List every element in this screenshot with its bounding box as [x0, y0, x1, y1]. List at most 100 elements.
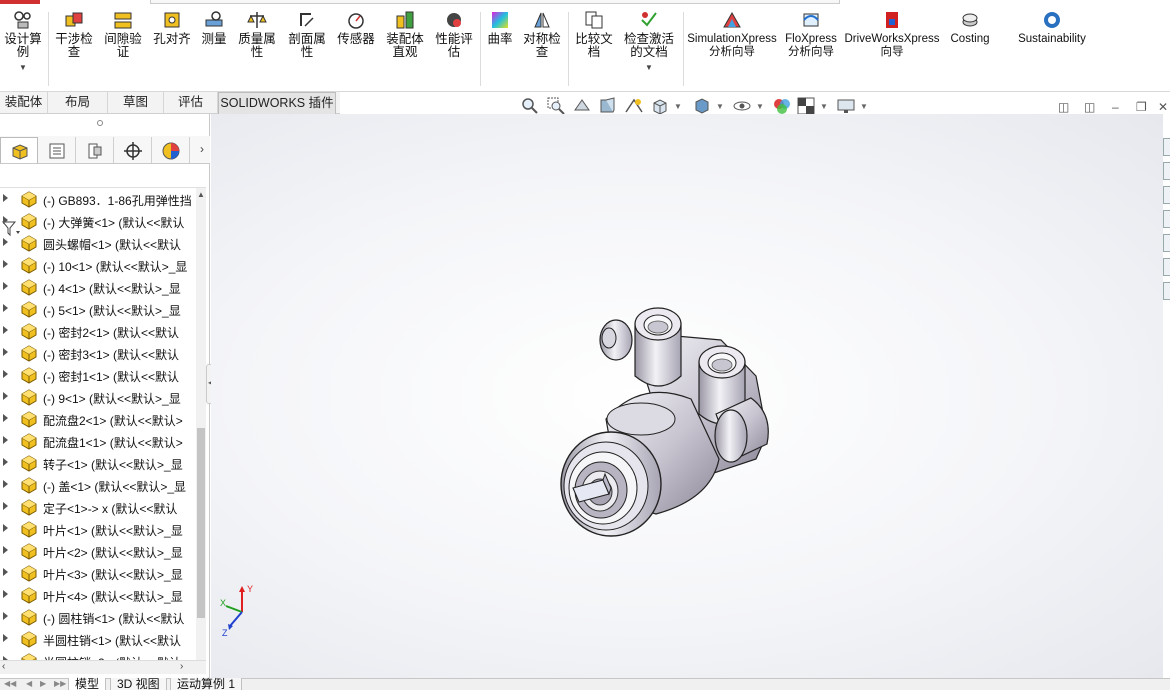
performance-button[interactable]: 性能评估 [432, 10, 476, 59]
tree-horizontal-scrollbar[interactable]: ‹ › [0, 660, 206, 674]
measure-button[interactable]: 测量 [198, 10, 230, 46]
tree-item[interactable]: 配流盘2<1> (默认<<默认> [0, 408, 196, 430]
expand-arrow-icon[interactable] [3, 326, 8, 334]
task-pane-file-explorer-icon[interactable] [1163, 210, 1170, 228]
expand-arrow-icon[interactable] [3, 282, 8, 290]
tree-item[interactable]: (-) 密封1<1> (默认<<默认 [0, 364, 196, 386]
expand-arrow-icon[interactable] [3, 414, 8, 422]
tree-item[interactable]: 半圆柱销<2> (默认<<默认 [0, 650, 196, 660]
hide-show-icon[interactable] [732, 96, 752, 116]
scroll-left-icon[interactable]: ‹ [2, 661, 5, 672]
driveworks-button[interactable]: DriveWorksXpress 向导 [844, 10, 940, 59]
expand-arrow-icon[interactable] [3, 216, 8, 224]
tree-vertical-scrollbar[interactable]: ▲ ▼ [196, 188, 206, 674]
edit-appearance-icon[interactable] [772, 96, 792, 116]
design-study-button[interactable]: 设计算例 ▼ [2, 10, 44, 74]
apply-scene-icon[interactable] [796, 96, 816, 116]
tab-feature-manager[interactable] [0, 137, 38, 163]
compare-button[interactable]: 比较文档 [572, 10, 616, 59]
expand-arrow-icon[interactable] [3, 238, 8, 246]
task-pane-appearances-icon[interactable] [1163, 258, 1170, 276]
panel-grip[interactable] [97, 120, 103, 126]
expand-arrow-icon[interactable] [3, 348, 8, 356]
tree-item[interactable]: (-) 圆柱销<1> (默认<<默认 [0, 606, 196, 628]
tree-item[interactable]: (-) 9<1> (默认<<默认>_显 [0, 386, 196, 408]
tree-item[interactable]: 叶片<3> (默认<<默认>_显 [0, 562, 196, 584]
expand-arrow-icon[interactable] [3, 634, 8, 642]
tree-item[interactable]: (-) GB893．1-86孔用弹性挡 [0, 188, 196, 210]
symmetry-button[interactable]: 对称检查 [520, 10, 564, 59]
chevron-down-icon[interactable]: ▼ [756, 102, 764, 111]
task-pane-resources-icon[interactable] [1163, 162, 1170, 180]
mass-props-button[interactable]: 质量属性 [234, 10, 280, 59]
scrollbar-thumb[interactable] [197, 428, 205, 618]
sensor-button[interactable]: 传感器 [334, 10, 378, 46]
tab-configuration-manager[interactable] [76, 137, 114, 163]
expand-arrow-icon[interactable] [3, 436, 8, 444]
view-orientation-icon[interactable] [650, 96, 670, 116]
previous-view-icon[interactable] [572, 96, 592, 116]
more-tabs-icon[interactable]: › [200, 142, 204, 156]
simulationxpress-button[interactable]: SimulationXpress 分析向导 [686, 10, 778, 59]
tab-property-manager[interactable] [38, 137, 76, 163]
expand-arrow-icon[interactable] [3, 458, 8, 466]
tree-item[interactable]: 叶片<2> (默认<<默认>_显 [0, 540, 196, 562]
first-tab-icon[interactable]: ◀◀ [4, 679, 16, 688]
view-settings-icon[interactable] [836, 96, 856, 116]
expand-arrow-icon[interactable] [3, 260, 8, 268]
tree-item[interactable]: (-) 5<1> (默认<<默认>_显 [0, 298, 196, 320]
tab-assembly[interactable]: 装配体 [0, 92, 48, 114]
task-pane-home-icon[interactable] [1163, 138, 1170, 156]
sustainability-button[interactable]: Sustainability [1012, 10, 1092, 46]
tree-item[interactable]: (-) 大弹簧<1> (默认<<默认 [0, 210, 196, 232]
expand-arrow-icon[interactable] [3, 524, 8, 532]
tab-solidworks-addins[interactable]: SOLIDWORKS 插件 [218, 92, 336, 114]
clearance-button[interactable]: 间隙验证 [100, 10, 146, 59]
task-pane-design-library-icon[interactable] [1163, 186, 1170, 204]
close-icon[interactable]: ✕ [1158, 100, 1168, 114]
tree-item[interactable]: 圆头螺帽<1> (默认<<默认 [0, 232, 196, 254]
tree-item[interactable]: (-) 10<1> (默认<<默认>_显 [0, 254, 196, 276]
tab-layout[interactable]: 布局 [48, 92, 108, 114]
tab-dimxpert-manager[interactable] [114, 137, 152, 163]
chevron-down-icon[interactable]: ▼ [820, 102, 828, 111]
expand-arrow-icon[interactable] [3, 194, 8, 202]
tree-item[interactable]: (-) 密封3<1> (默认<<默认 [0, 342, 196, 364]
tree-item[interactable]: 半圆柱销<1> (默认<<默认 [0, 628, 196, 650]
expand-arrow-icon[interactable] [3, 502, 8, 510]
zoom-to-fit-icon[interactable] [520, 96, 540, 116]
pump-assembly-model[interactable] [211, 114, 1163, 678]
display-style-icon[interactable] [692, 96, 712, 116]
chevron-down-icon[interactable]: ▼ [716, 102, 724, 111]
expand-arrow-icon[interactable] [3, 392, 8, 400]
restore-pane-icon[interactable]: ◫ [1058, 100, 1069, 114]
dynamic-annotation-icon[interactable] [624, 96, 644, 116]
tree-item[interactable]: 叶片<4> (默认<<默认>_显 [0, 584, 196, 606]
costing-button[interactable]: Costing [944, 10, 996, 46]
tree-item[interactable]: 定子<1>-> x (默认<<默认 [0, 496, 196, 518]
expand-arrow-icon[interactable] [3, 568, 8, 576]
tree-item[interactable]: 配流盘1<1> (默认<<默认> [0, 430, 196, 452]
section-props-button[interactable]: 剖面属性 [284, 10, 330, 59]
assembly-visual-button[interactable]: 装配体直观 [382, 10, 428, 59]
tab-3d-view[interactable]: 3D 视图 [110, 678, 167, 690]
section-view-icon[interactable] [598, 96, 618, 116]
curvature-button[interactable]: 曲率 [484, 10, 516, 46]
tab-motion-study-1[interactable]: 运动算例 1 [170, 678, 243, 690]
tab-display-manager[interactable] [152, 137, 190, 163]
minimize-icon[interactable]: – [1112, 100, 1119, 114]
tab-evaluate[interactable]: 评估 [164, 92, 218, 114]
split-pane-icon[interactable]: ◫ [1084, 100, 1095, 114]
task-pane-view-palette-icon[interactable] [1163, 234, 1170, 252]
expand-arrow-icon[interactable] [3, 590, 8, 598]
expand-arrow-icon[interactable] [3, 370, 8, 378]
chevron-down-icon[interactable]: ▼ [2, 61, 44, 74]
tab-model[interactable]: 模型 [68, 678, 107, 690]
tree-item[interactable]: 转子<1> (默认<<默认>_显 [0, 452, 196, 474]
last-tab-icon[interactable]: ▶▶ [54, 679, 66, 688]
tree-item[interactable]: (-) 4<1> (默认<<默认>_显 [0, 276, 196, 298]
zoom-to-area-icon[interactable] [546, 96, 566, 116]
chevron-down-icon[interactable]: ▼ [620, 61, 678, 74]
tree-item[interactable]: 叶片<1> (默认<<默认>_显 [0, 518, 196, 540]
tree-item[interactable]: (-) 密封2<1> (默认<<默认 [0, 320, 196, 342]
